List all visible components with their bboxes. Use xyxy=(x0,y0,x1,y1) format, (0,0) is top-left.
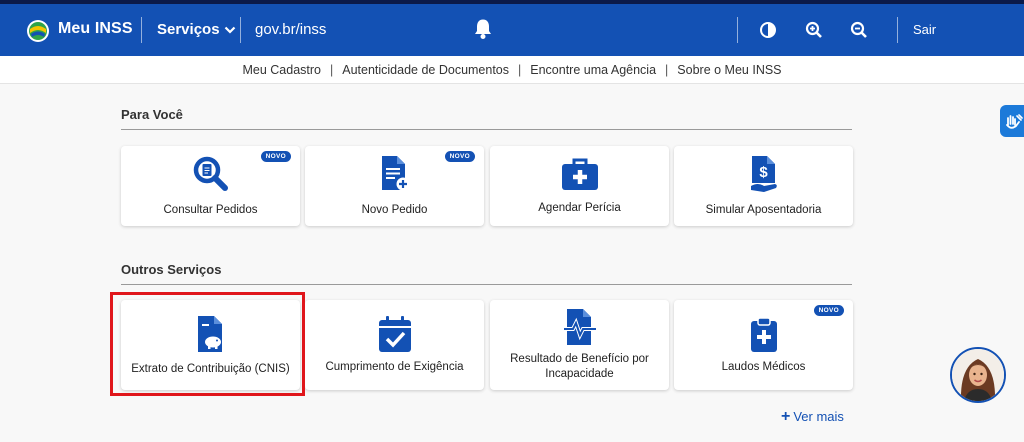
money-document-icon: $ xyxy=(750,156,777,192)
subnav-separator: | xyxy=(329,62,334,77)
subnav-autenticidade[interactable]: Autenticidade de Documentos xyxy=(342,63,509,77)
subnav-meu-cadastro[interactable]: Meu Cadastro xyxy=(242,63,321,77)
card-novo-pedido[interactable]: NOVO Novo Pedido xyxy=(305,146,484,226)
new-badge: NOVO xyxy=(260,151,291,162)
section-title-outros-servicos: Outros Serviços xyxy=(121,262,222,277)
new-document-icon xyxy=(381,156,409,191)
chevron-down-icon xyxy=(224,26,235,34)
ver-mais-label: Ver mais xyxy=(793,409,844,424)
medical-bag-icon xyxy=(561,158,598,190)
search-document-icon xyxy=(193,156,228,191)
subnav-separator: | xyxy=(665,62,669,77)
services-menu-label: Serviços xyxy=(157,21,220,38)
header-divider xyxy=(240,17,241,43)
card-label: Novo Pedido xyxy=(361,204,428,216)
medical-clipboard-icon xyxy=(750,317,777,352)
svg-text:$: $ xyxy=(759,164,768,181)
subnav-encontre-agencia[interactable]: Encontre uma Agência xyxy=(530,63,656,77)
services-menu-button[interactable]: Serviços xyxy=(157,21,236,38)
sign-language-hands-icon xyxy=(1006,114,1023,129)
header-divider xyxy=(141,17,142,43)
header-bar: Meu INSS Serviços gov.br/inss Sair xyxy=(0,4,1024,56)
card-label: Simular Aposentadoria xyxy=(705,204,822,216)
virtual-assistant-avatar[interactable] xyxy=(950,347,1006,403)
card-label: Laudos Médicos xyxy=(721,361,806,373)
section-title-para-voce: Para Você xyxy=(121,107,183,122)
card-resultado-beneficio[interactable]: Resultado de Benefício por Incapacidade xyxy=(490,300,669,390)
calendar-check-icon xyxy=(378,316,411,352)
contrast-icon[interactable] xyxy=(759,21,777,39)
ver-mais-link[interactable]: + Ver mais xyxy=(781,408,844,425)
header-divider xyxy=(897,17,898,43)
highlight-box xyxy=(110,292,305,396)
plus-icon: + xyxy=(781,408,791,425)
new-badge: NOVO xyxy=(813,305,844,316)
section-divider xyxy=(121,284,852,285)
card-label: Consultar Pedidos xyxy=(163,204,258,216)
header-divider xyxy=(737,17,738,43)
vlibras-accessibility-button[interactable] xyxy=(1000,105,1024,137)
card-consultar-pedidos[interactable]: NOVO Consultar Pedidos xyxy=(121,146,300,226)
card-agendar-pericia[interactable]: Agendar Perícia xyxy=(490,146,669,226)
subnav-sobre[interactable]: Sobre o Meu INSS xyxy=(677,63,781,77)
card-laudos-medicos[interactable]: NOVO Laudos Médicos xyxy=(674,300,853,390)
notification-bell-icon[interactable] xyxy=(473,18,493,40)
card-label: Cumprimento de Exigência xyxy=(325,361,464,373)
card-simular-aposentadoria[interactable]: $ Simular Aposentadoria xyxy=(674,146,853,226)
subnav-separator: | xyxy=(518,62,522,77)
zoom-in-icon[interactable] xyxy=(805,21,823,39)
health-document-icon xyxy=(563,309,596,345)
secondary-nav: Meu Cadastro | Autenticidade de Document… xyxy=(0,56,1024,84)
app-brand[interactable]: Meu INSS xyxy=(58,20,133,38)
inss-logo-icon[interactable] xyxy=(26,19,50,43)
card-label: Agendar Perícia xyxy=(538,202,621,214)
assistant-avatar-icon xyxy=(952,349,1004,401)
card-label: Resultado de Benefício por Incapacidade xyxy=(510,353,649,380)
govbr-link[interactable]: gov.br/inss xyxy=(255,21,326,38)
section-divider xyxy=(121,129,852,130)
zoom-out-icon[interactable] xyxy=(850,21,868,39)
logout-button[interactable]: Sair xyxy=(913,22,936,37)
card-cumprimento-exigencia[interactable]: Cumprimento de Exigência xyxy=(305,300,484,390)
new-badge: NOVO xyxy=(444,151,475,162)
